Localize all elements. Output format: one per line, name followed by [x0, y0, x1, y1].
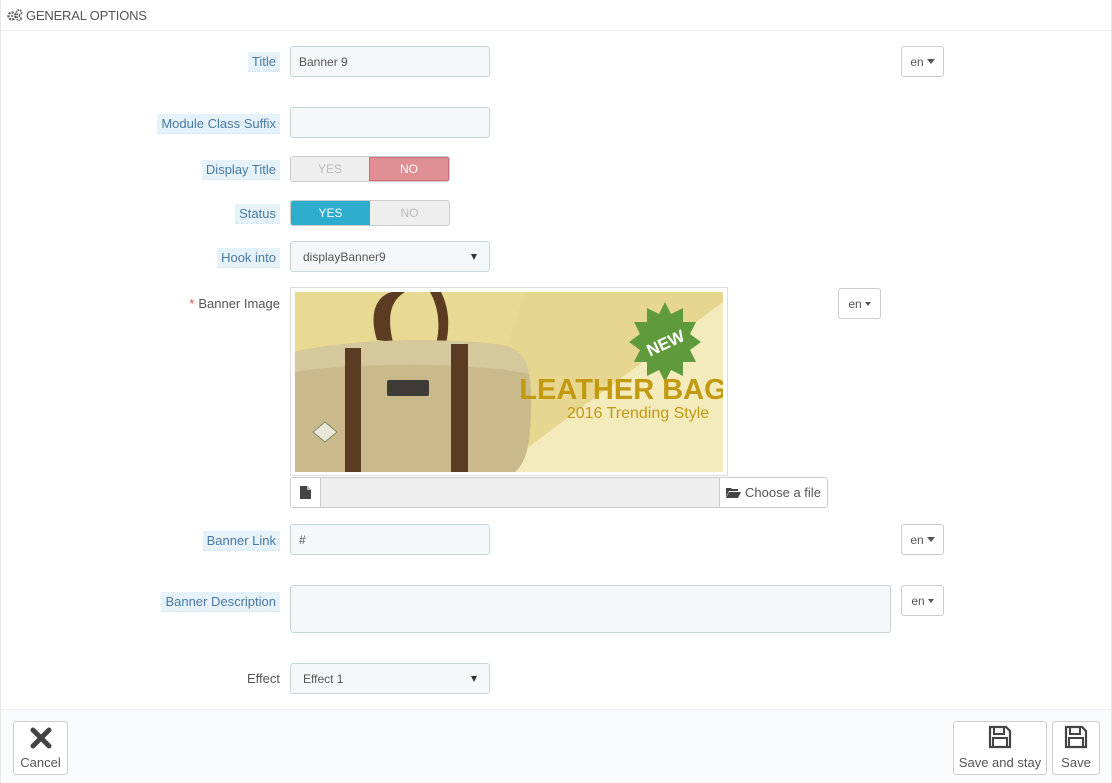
required-marker: * [189, 296, 195, 311]
status-switch[interactable]: YES NO [290, 200, 450, 226]
panel-heading: GENERAL OPTIONS [1, 0, 1111, 31]
status-label-wrap: Status [1, 204, 280, 224]
hook-into-label-wrap: Hook into [1, 248, 280, 268]
banner-graphic: NEW LEATHER BAG 2016 Trending Style [295, 292, 723, 472]
effect-value: Effect 1 [303, 671, 344, 686]
cancel-button[interactable]: Cancel [13, 721, 68, 775]
banner-image-lang-button[interactable]: en [838, 288, 881, 319]
display-title-yes[interactable]: YES [291, 157, 369, 181]
module-class-suffix-label-wrap: Module Class Suffix [1, 114, 280, 134]
title-lang-label: en [910, 54, 924, 69]
title-label-wrap: Title [1, 52, 280, 72]
file-name-display[interactable] [321, 478, 720, 507]
floppy-disk-icon [1064, 725, 1088, 749]
hook-into-label: Hook into [217, 248, 280, 268]
banner-link-label-wrap: Banner Link [1, 531, 280, 551]
file-upload-group: Choose a file [290, 477, 828, 508]
caret-down-icon [927, 598, 934, 603]
title-input[interactable]: Banner 9 [290, 46, 490, 77]
display-title-switch[interactable]: YES NO [290, 156, 450, 182]
banner-headline: LEATHER BAG [519, 374, 723, 406]
status-no[interactable]: NO [370, 201, 449, 225]
banner-link-input[interactable]: # [290, 524, 490, 555]
save-and-stay-button[interactable]: Save and stay [953, 721, 1047, 775]
file-icon [291, 478, 321, 507]
caret-down-icon [926, 59, 935, 64]
select-arrow-icon [471, 675, 477, 682]
save-and-stay-label: Save and stay [958, 755, 1042, 770]
save-label: Save [1061, 755, 1091, 770]
banner-image-label-wrap: * Banner Image [1, 294, 280, 314]
banner-image-lang-label: en [848, 296, 862, 311]
status-label: Status [235, 204, 280, 224]
banner-link-label: Banner Link [202, 531, 280, 551]
banner-image-preview: NEW LEATHER BAG 2016 Trending Style [290, 287, 728, 476]
effect-label-wrap: Effect [1, 669, 280, 689]
banner-description-label: Banner Description [161, 592, 280, 612]
save-button[interactable]: Save [1052, 721, 1100, 775]
panel-title: GENERAL OPTIONS [26, 7, 147, 23]
banner-image-label: * Banner Image [189, 296, 280, 311]
folder-open-icon [726, 488, 742, 498]
banner-description-label-wrap: Banner Description [1, 592, 280, 612]
banner-subline: 2016 Trending Style [567, 405, 709, 422]
status-yes[interactable]: YES [291, 201, 370, 225]
panel-footer: Cancel Save and stay Save [1, 709, 1111, 783]
display-title-no[interactable]: NO [369, 157, 449, 181]
close-icon [30, 727, 51, 749]
display-title-label-wrap: Display Title [1, 160, 280, 180]
banner-link-lang-button[interactable]: en [901, 524, 944, 555]
display-title-label: Display Title [201, 160, 280, 180]
module-class-suffix-input[interactable] [290, 107, 490, 138]
choose-file-button[interactable]: Choose a file [720, 478, 827, 507]
caret-down-icon [864, 301, 871, 306]
banner-description-lang-label: en [911, 593, 925, 608]
title-label: Title [247, 52, 280, 72]
title-lang-button[interactable]: en [901, 46, 944, 77]
general-options-panel: GENERAL OPTIONS Title Banner 9 en Module… [0, 0, 1112, 783]
leather-bag-banner: NEW LEATHER BAG 2016 Trending Style [295, 292, 723, 472]
hook-into-value: displayBanner9 [303, 249, 386, 264]
effect-label: Effect [246, 671, 280, 686]
caret-down-icon [926, 537, 935, 542]
effect-select[interactable]: Effect 1 [290, 663, 490, 694]
cogs-icon [7, 9, 23, 21]
module-class-suffix-label: Module Class Suffix [157, 114, 280, 134]
banner-description-textarea[interactable] [290, 585, 891, 633]
hook-into-select[interactable]: displayBanner9 [290, 241, 490, 272]
cancel-label: Cancel [20, 755, 61, 770]
banner-link-lang-label: en [910, 532, 924, 547]
floppy-disk-icon [988, 725, 1012, 749]
select-arrow-icon [471, 253, 477, 260]
choose-file-label: Choose a file [745, 485, 821, 500]
banner-description-lang-button[interactable]: en [901, 585, 944, 616]
